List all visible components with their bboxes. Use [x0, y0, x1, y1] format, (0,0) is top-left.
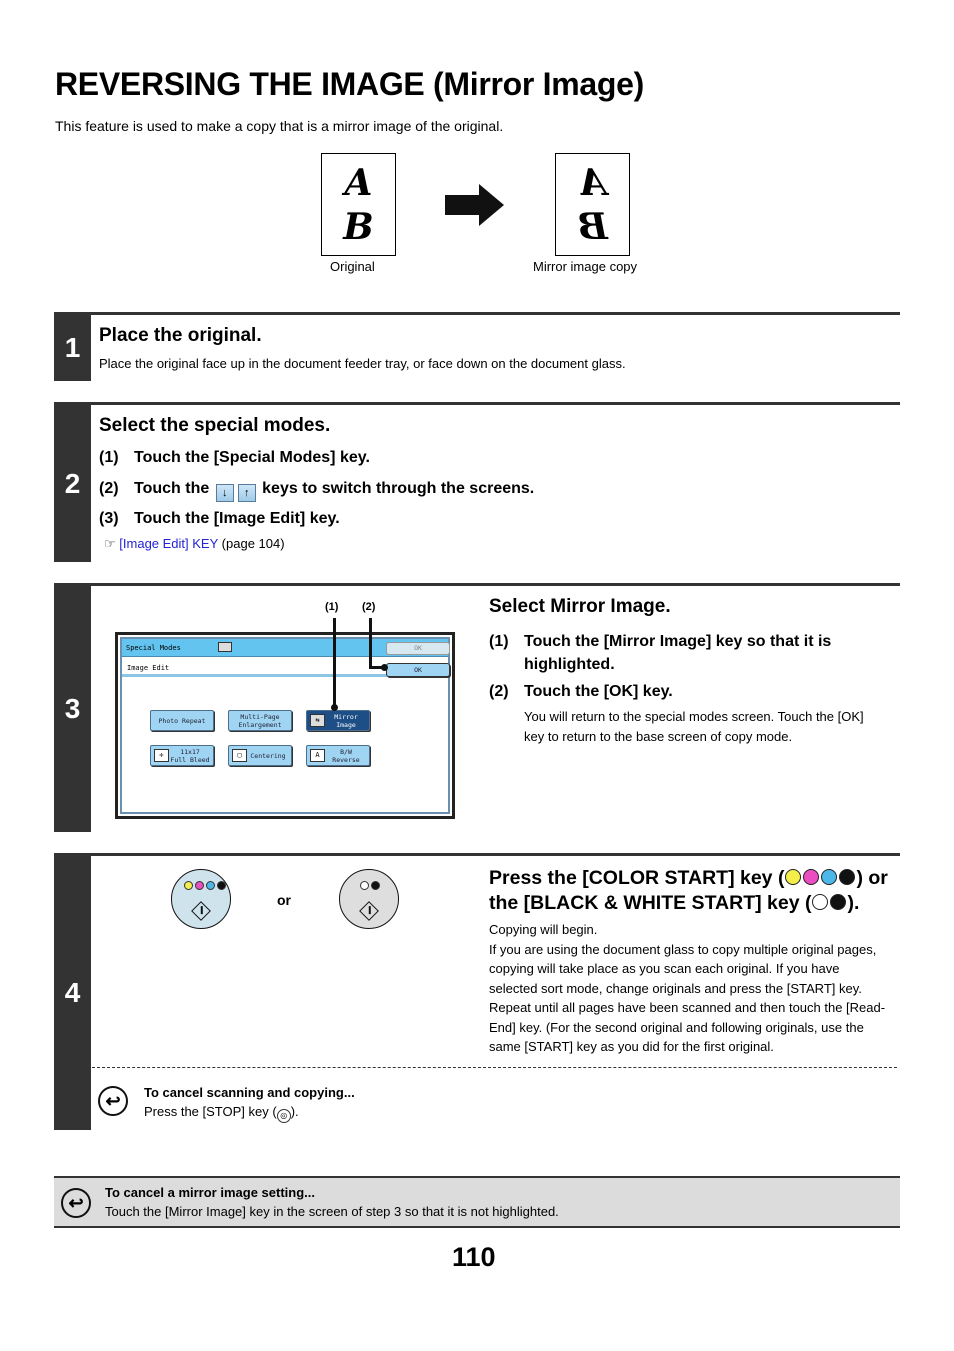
- step-4-body: Copying will begin. If you are using the…: [489, 922, 886, 1054]
- step-1-divider: [54, 312, 900, 315]
- step-2-substep-2: (2) Touch the ↓ ↑ keys to switch through t…: [99, 480, 534, 502]
- centering-icon: ▢: [232, 749, 247, 762]
- indicator-dot: [360, 881, 369, 890]
- arrow-right-icon: [445, 184, 504, 226]
- step-3-body: You will return to the special modes scr…: [524, 709, 864, 744]
- callout-label-1: (1): [325, 601, 339, 613]
- indicator-dot: [217, 881, 226, 890]
- bw-dots: [359, 881, 381, 890]
- cancel-scanning-title: To cancel scanning and copying...: [144, 1085, 355, 1100]
- intro-text: This feature is used to make a copy that…: [55, 118, 504, 134]
- callout-label-2: (2): [362, 601, 376, 613]
- color-start-dots-icon: [784, 867, 856, 889]
- arrow-up-key-icon: ↑: [237, 484, 256, 502]
- step-4-heading: Press the [COLOR START] key () or the [B…: [489, 867, 888, 914]
- arrow-down-key-icon: ↓: [215, 484, 234, 502]
- step-2-number: 2: [54, 405, 91, 562]
- touch-panel-screen: Special Modes OK Image Edit OK Photo Rep…: [115, 632, 455, 819]
- full-bleed-button[interactable]: ✛ 11x17 Full Bleed: [150, 745, 214, 766]
- bw-reverse-icon: A: [310, 749, 325, 762]
- bw-reverse-button[interactable]: A B/W Reverse: [306, 745, 370, 766]
- note-body: Touch the [Mirror Image] key in the scre…: [105, 1204, 559, 1219]
- mirror-document: A B: [555, 153, 630, 256]
- note-title: To cancel a mirror image setting...: [105, 1185, 315, 1200]
- screen-subtitle: Image Edit: [127, 664, 170, 672]
- page-number: 110: [452, 1242, 496, 1272]
- pointing-hand-icon: ☞: [104, 536, 116, 551]
- photo-repeat-button[interactable]: Photo Repeat: [150, 710, 214, 731]
- indicator-dot: [371, 881, 380, 890]
- color-dots: [183, 881, 227, 890]
- step-4-divider: [54, 853, 900, 856]
- note-box: ↩ To cancel a mirror image setting... To…: [54, 1176, 900, 1228]
- indicator-dot: [812, 894, 829, 910]
- step-2-reference: ☞ [Image Edit] KEY (page 104): [104, 536, 285, 551]
- cancel-return-icon: ↩: [61, 1188, 91, 1218]
- indicator-dot: [803, 869, 820, 885]
- image-edit-key-link[interactable]: [Image Edit] KEY: [119, 536, 218, 551]
- step-3-substep-2: (2) Touch the [OK] key.: [489, 683, 673, 700]
- cancel-return-icon: ↩: [98, 1086, 128, 1116]
- indicator-dot: [821, 869, 838, 885]
- callout-dot-2: [381, 664, 388, 671]
- indicator-dot: [206, 881, 215, 890]
- image-edit-ok-button[interactable]: OK: [386, 663, 450, 677]
- callout-dot-1: [331, 704, 338, 711]
- dashed-divider: [92, 1067, 897, 1068]
- top-ok-button[interactable]: OK: [386, 642, 450, 655]
- multi-page-enlargement-button[interactable]: Multi-Page Enlargement: [228, 710, 292, 731]
- step-4-number: 4: [54, 856, 91, 1130]
- color-start-key[interactable]: [171, 869, 231, 929]
- step-1-body: Place the original face up in the docume…: [99, 356, 626, 371]
- step-3-heading: Select Mirror Image.: [489, 596, 671, 617]
- original-caption: Original: [330, 259, 375, 274]
- centering-button[interactable]: ▢ Centering: [228, 745, 292, 766]
- stop-key-icon: ◎: [276, 1109, 291, 1123]
- step-3-substep-1: (1) Touch the [Mirror Image] key so that …: [489, 633, 832, 673]
- start-icon: [191, 901, 211, 921]
- callout-line-2: [369, 618, 372, 668]
- mirrored-letter-a: A: [578, 162, 607, 204]
- full-bleed-icon: ✛: [154, 749, 169, 762]
- step-2-substep-3: (3) Touch the [Image Edit] key.: [99, 510, 340, 527]
- step-2-substep-1: (1) Touch the [Special Modes] key.: [99, 449, 370, 466]
- step-3-number: 3: [54, 586, 91, 832]
- step-1-heading: Place the original.: [99, 325, 262, 346]
- mirror-icon: ⇆: [310, 714, 325, 727]
- mirrored-letter-b: B: [577, 206, 608, 248]
- cancel-scanning-body: Press the [STOP] key (◎).: [144, 1104, 299, 1123]
- screen-title: Special Modes: [126, 644, 181, 652]
- start-icon: [359, 901, 379, 921]
- letter-a: A: [344, 162, 373, 204]
- mirror-image-button[interactable]: ⇆ Mirror Image: [306, 710, 370, 731]
- bw-start-key[interactable]: [339, 869, 399, 929]
- step-2-heading: Select the special modes.: [99, 415, 331, 436]
- page-title: REVERSING THE IMAGE (Mirror Image): [55, 66, 644, 102]
- original-document: A B: [321, 153, 396, 256]
- step-2-divider: [54, 402, 900, 405]
- or-label: or: [277, 892, 291, 908]
- indicator-dot: [195, 881, 204, 890]
- indicator-dot: [184, 881, 193, 890]
- step-3-divider: [54, 583, 900, 586]
- indicator-dot: [830, 894, 847, 910]
- mode-icon: [218, 642, 232, 652]
- step-1-number: 1: [54, 315, 91, 381]
- indicator-dot: [839, 869, 856, 885]
- letter-b: B: [343, 206, 374, 248]
- callout-line-1: [333, 618, 336, 708]
- mirror-caption: Mirror image copy: [533, 259, 638, 274]
- indicator-dot: [785, 869, 802, 885]
- bw-start-dots-icon: [811, 892, 847, 914]
